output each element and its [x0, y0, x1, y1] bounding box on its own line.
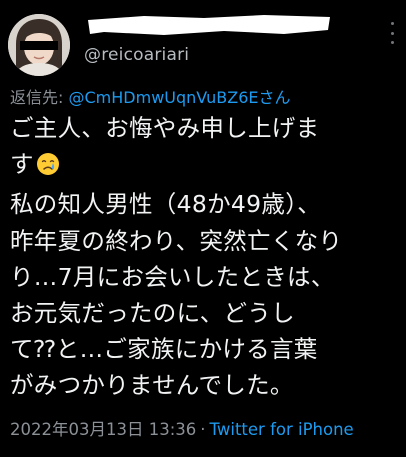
tweet-line-1: ご主人、お悔やみ申し上げま	[10, 114, 320, 142]
tweet: @reicoariari 返信先: @CmHDmwUqnVuBZ6Eさん ご主人…	[0, 0, 406, 457]
reply-mention-link[interactable]: @CmHDmwUqnVuBZ6Eさん	[69, 88, 291, 107]
tweet-timestamp[interactable]: 2022年03月13日 13:36	[10, 420, 196, 439]
tweet-line-6: お元気だったのに、どうし	[10, 299, 295, 328]
tweet-line-4: 昨年夏の終わり、突然亡くなり	[10, 226, 343, 255]
tweet-line-3: 私の知人男性（48か49歳）、	[10, 190, 322, 219]
tweet-source-link[interactable]: Twitter for iPhone	[210, 420, 354, 439]
user-handle[interactable]: @reicoariari	[84, 45, 189, 65]
meta-separator: ·	[200, 420, 206, 439]
tweet-line-8: がみつかりませんでした。	[10, 371, 294, 400]
tweet-line-5: り…7月にお会いしたときは、	[10, 262, 335, 291]
tweet-meta: 2022年03月13日 13:36 · Twitter for iPhone	[10, 416, 354, 440]
tweet-line-2-text: す	[10, 150, 34, 179]
reply-prefix: 返信先:	[10, 88, 64, 107]
crying-face-icon	[36, 150, 60, 186]
tweet-body: ご主人、お悔やみ申し上げま す 私の知人男性（48か49歳）、 昨年夏の終わり、…	[10, 110, 402, 404]
avatar-image	[8, 14, 70, 76]
tweet-line-7: て⁇と…ご家族にかける言葉	[10, 335, 318, 364]
reply-context: 返信先: @CmHDmwUqnVuBZ6Eさん	[10, 84, 291, 108]
display-name-redaction	[88, 15, 330, 35]
more-options-icon[interactable]	[388, 22, 396, 44]
tweet-line-2: す	[10, 146, 402, 186]
avatar[interactable]	[8, 14, 70, 76]
